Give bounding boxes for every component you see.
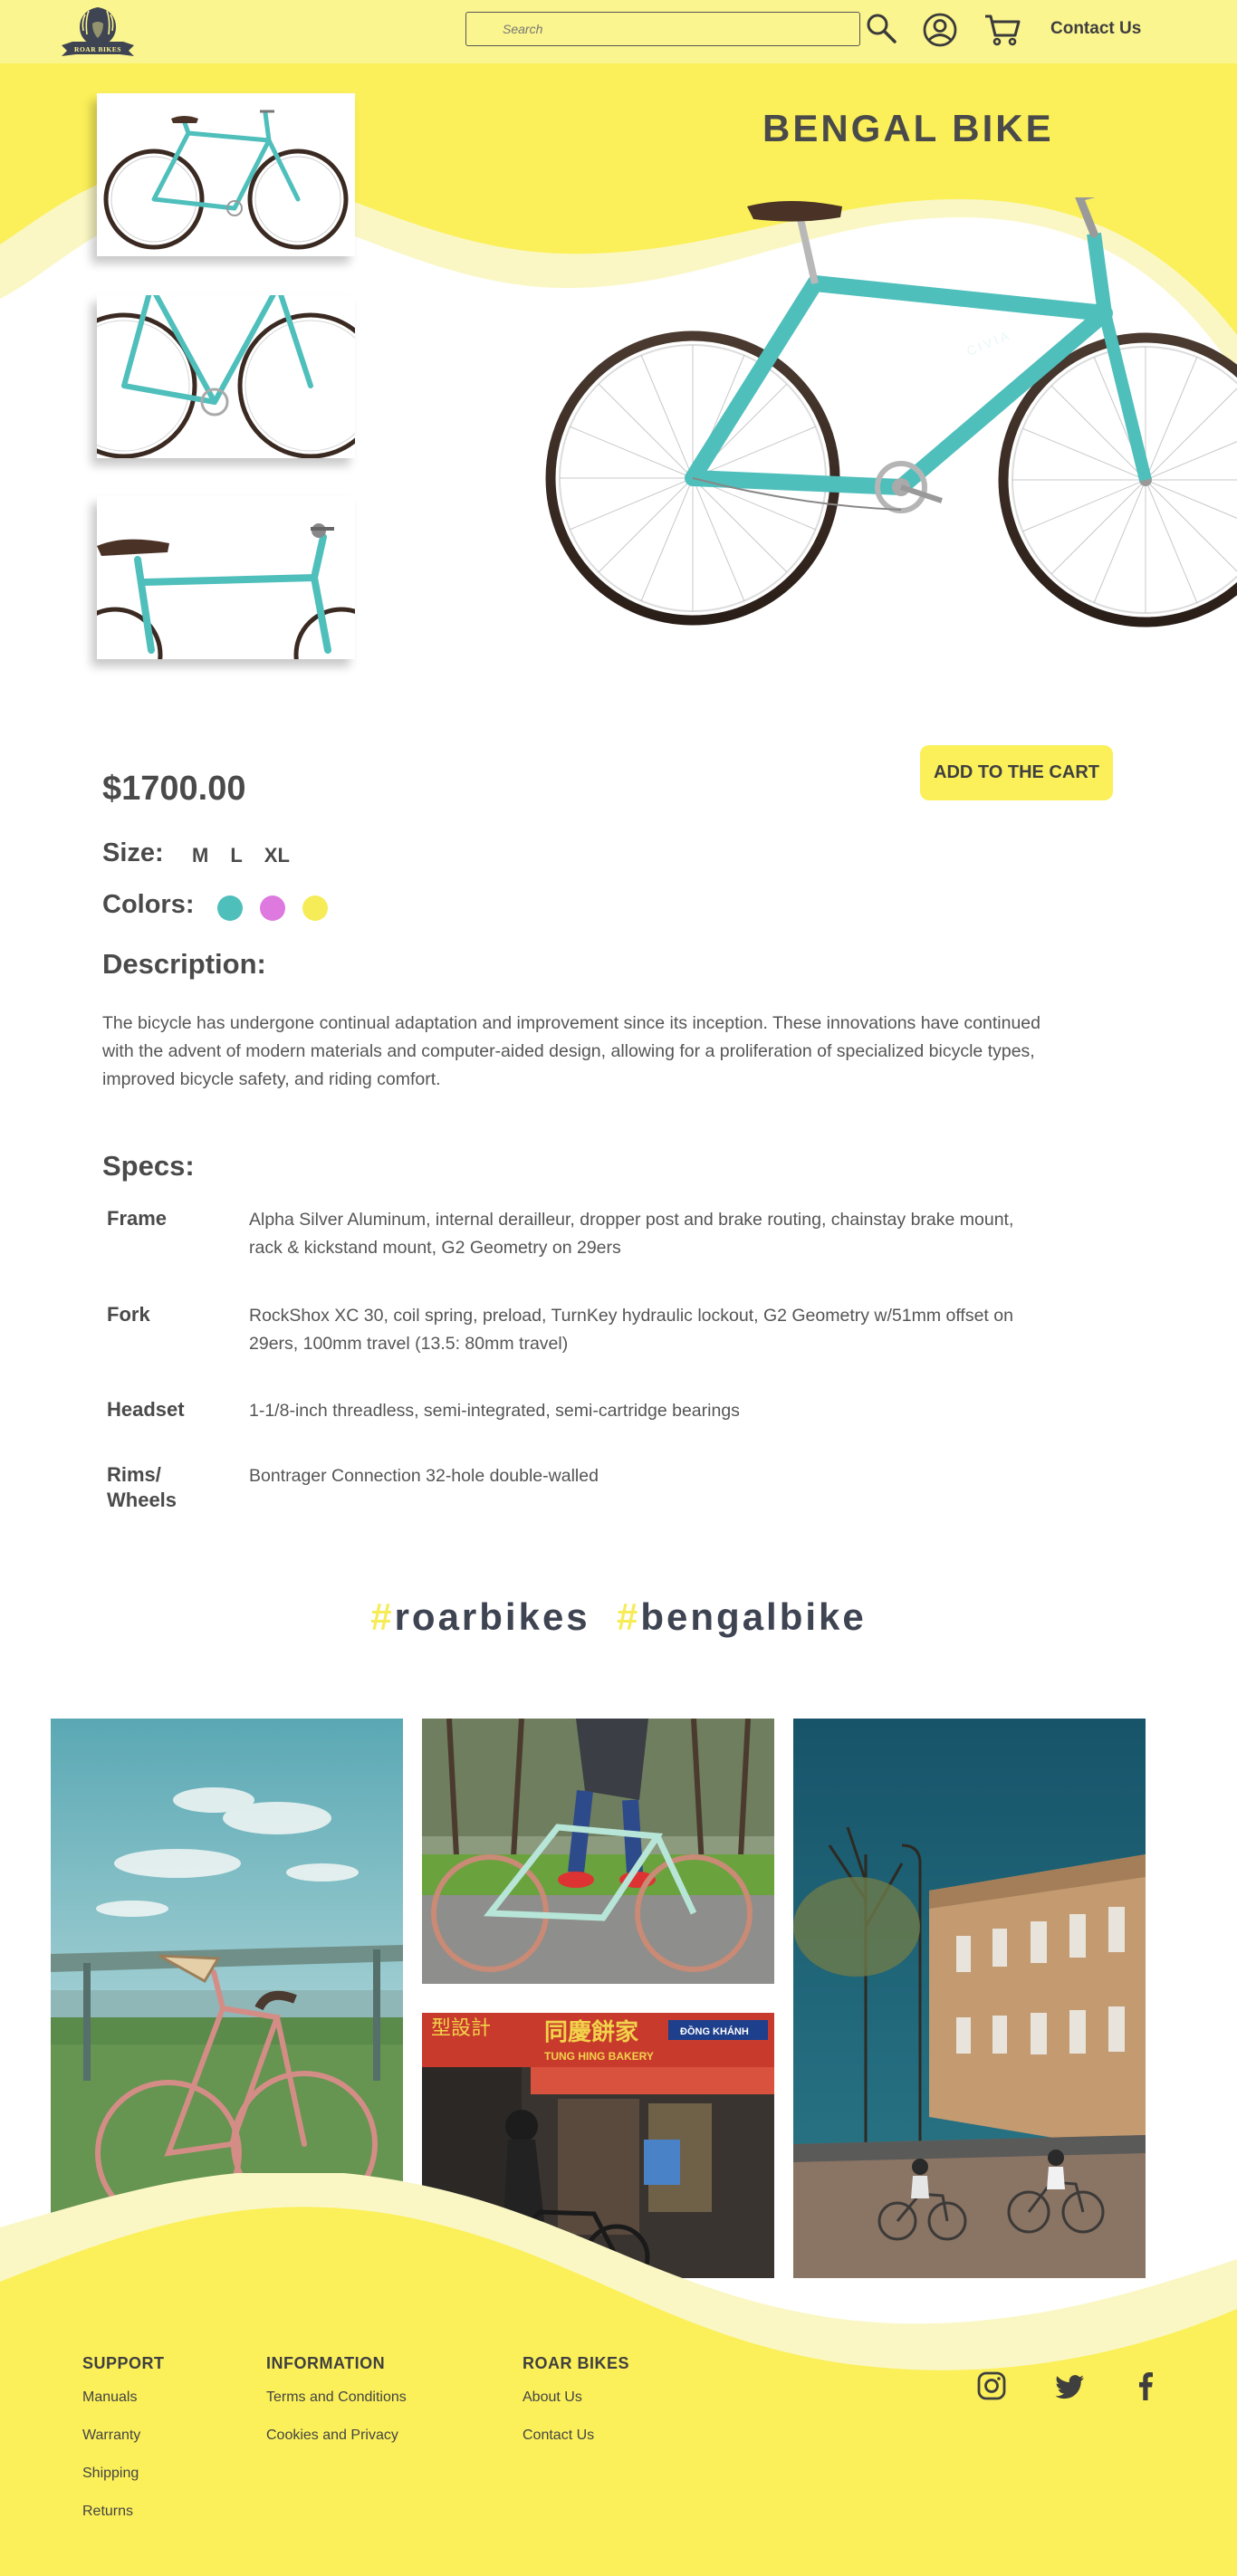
- footer-link-cookies[interactable]: Cookies and Privacy: [266, 2428, 407, 2444]
- social-hashtags: #roarbikes #bengalbike: [0, 1595, 1237, 1639]
- add-to-cart-button[interactable]: ADD TO THE CART: [920, 745, 1113, 800]
- footer-link-manuals[interactable]: Manuals: [82, 2389, 165, 2406]
- product-hero: BENGAL BIKE CIVIA: [0, 63, 1237, 697]
- footer-information: INFORMATION Terms and Conditions Cookies…: [266, 2354, 407, 2466]
- footer-heading: INFORMATION: [266, 2354, 386, 2372]
- bakery-sign-english: TUNG HING BAKERY: [544, 2050, 654, 2063]
- color-swatch-teal[interactable]: [217, 895, 243, 921]
- product-title: BENGAL BIKE: [762, 107, 1054, 149]
- spec-name: Frame: [107, 1207, 168, 1230]
- spec-value: Bontrager Connection 32-hole double-wall…: [249, 1466, 599, 1486]
- bakery-sign-vietnamese: ĐỒNG KHÁNH: [680, 2025, 749, 2037]
- search-box: [465, 12, 860, 46]
- search-input[interactable]: [466, 13, 859, 45]
- footer-link-warranty[interactable]: Warranty: [82, 2428, 165, 2444]
- roar-bikes-logo[interactable]: ROAR BIKES: [53, 4, 143, 60]
- footer-heading: ROAR BIKES: [523, 2354, 630, 2372]
- spec-name: Rims/ Wheels: [107, 1463, 177, 1511]
- description-heading: Description:: [102, 948, 266, 980]
- product-price: $1700.00: [102, 770, 246, 808]
- spec-name: Fork: [107, 1303, 150, 1326]
- product-thumbnail-1[interactable]: [97, 93, 355, 256]
- specs-heading: Specs:: [102, 1150, 195, 1182]
- footer-heading: SUPPORT: [82, 2354, 165, 2372]
- footer-support: SUPPORT Manuals Warranty Shipping Return…: [82, 2354, 165, 2542]
- footer-link-returns[interactable]: Returns: [82, 2504, 165, 2520]
- hash-symbol: #: [370, 1595, 395, 1638]
- size-label: Size:: [102, 838, 164, 867]
- product-thumbnail-3[interactable]: [97, 496, 355, 659]
- colors-label: Colors:: [102, 890, 195, 919]
- spec-value: 1-1/8-inch threadless, semi-integrated, …: [249, 1401, 740, 1421]
- main-product-image: CIVIA: [545, 197, 1237, 627]
- bakery-sign-chinese: 同慶餅家: [544, 2018, 638, 2046]
- size-options: M L XL: [192, 844, 290, 867]
- instagram-icon[interactable]: [976, 2370, 1007, 2401]
- twitter-icon[interactable]: [1056, 2370, 1087, 2401]
- footer-roar-bikes: ROAR BIKES About Us Contact Us: [523, 2354, 629, 2466]
- hash-symbol: #: [617, 1595, 641, 1638]
- user-account-icon[interactable]: [922, 12, 958, 48]
- hashtag-roarbikes[interactable]: roarbikes: [395, 1595, 590, 1638]
- color-swatch-pink[interactable]: [260, 895, 285, 921]
- logo-text: ROAR BIKES: [74, 45, 121, 53]
- search-icon[interactable]: [865, 12, 897, 44]
- spec-name: Headset: [107, 1398, 185, 1421]
- footer-link-about[interactable]: About Us: [523, 2389, 629, 2406]
- color-options: [217, 895, 328, 921]
- facebook-icon[interactable]: [1130, 2370, 1161, 2401]
- color-swatch-yellow[interactable]: [302, 895, 328, 921]
- shopping-cart-icon[interactable]: [983, 11, 1021, 47]
- size-option-xl[interactable]: XL: [264, 844, 290, 867]
- gallery-photo-mint-bike[interactable]: [422, 1719, 774, 1984]
- product-thumbnail-2[interactable]: [97, 295, 355, 458]
- size-option-m[interactable]: M: [192, 844, 208, 867]
- svg-text:CIVIA: CIVIA: [964, 328, 1013, 359]
- footer-link-contact[interactable]: Contact Us: [523, 2428, 629, 2444]
- bakery-sign-left: 型設計: [431, 2017, 491, 2040]
- size-option-l[interactable]: L: [230, 844, 242, 867]
- spec-value: Alpha Silver Aluminum, internal deraille…: [249, 1210, 1014, 1258]
- header-contact-link[interactable]: Contact Us: [1050, 19, 1141, 39]
- footer-link-shipping[interactable]: Shipping: [82, 2466, 165, 2482]
- spec-value: RockShox XC 30, coil spring, preload, Tu…: [249, 1306, 1013, 1354]
- hashtag-bengalbike[interactable]: bengalbike: [640, 1595, 866, 1638]
- description-text: The bicycle has undergone continual adap…: [102, 1013, 1040, 1089]
- site-header: ROAR BIKES Contact Us: [0, 0, 1237, 63]
- footer-link-terms[interactable]: Terms and Conditions: [266, 2389, 407, 2406]
